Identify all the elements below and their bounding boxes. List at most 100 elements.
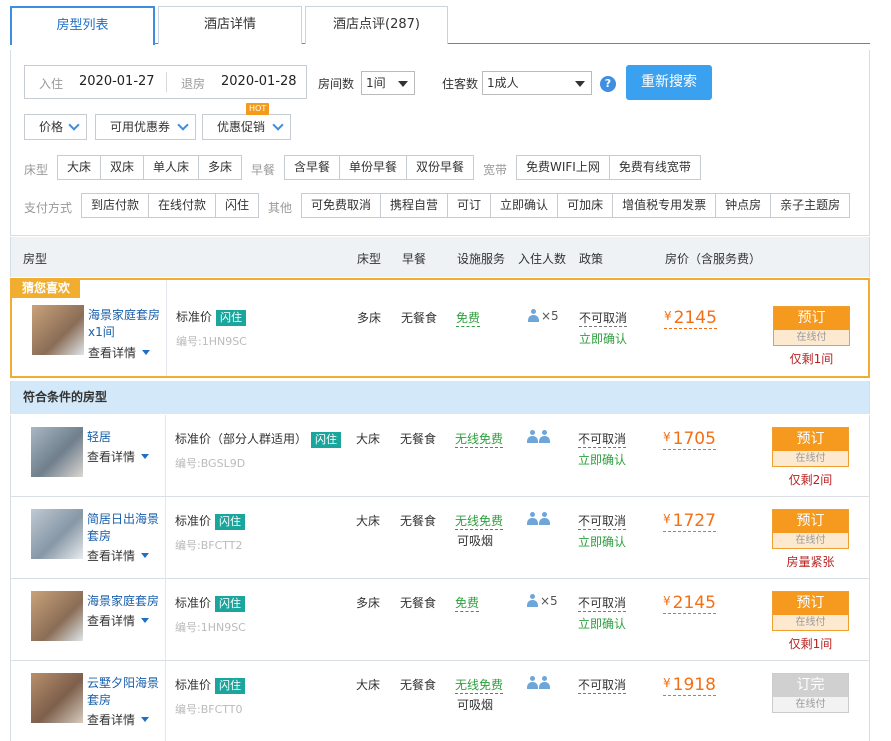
checkin-date[interactable]: 2020-01-27: [79, 74, 155, 89]
room-name-link[interactable]: 海景家庭套房: [87, 593, 159, 610]
confirm-policy: 立即确认: [578, 453, 627, 467]
bed-option[interactable]: 大床: [58, 156, 102, 179]
other-option[interactable]: 钟点房: [716, 194, 772, 217]
room-price[interactable]: ¥1727: [663, 509, 716, 532]
rooms-select[interactable]: 1间: [361, 71, 415, 95]
book-button[interactable]: 预订 在线付: [772, 591, 849, 631]
col-room-type: 房型: [23, 252, 48, 266]
coupon-dropdown-label: 可用优惠券: [110, 120, 171, 134]
flash-stay-badge: 闪住: [311, 432, 342, 448]
broadband-option[interactable]: 免费有线宽带: [610, 156, 700, 179]
filter-panel: 入住 2020-01-27 退房 2020-01-28 房间数 1间 住客数 1…: [10, 50, 870, 236]
breakfast-option[interactable]: 双份早餐: [407, 156, 473, 179]
price-value: 2145: [673, 308, 717, 328]
other-option[interactable]: 携程自营: [381, 194, 449, 217]
other-option[interactable]: 可加床: [558, 194, 614, 217]
room-thumbnail[interactable]: [31, 591, 83, 641]
cancel-policy[interactable]: 不可取消: [578, 430, 627, 448]
guests-select[interactable]: 1成人: [482, 71, 592, 95]
book-button[interactable]: 预订 在线付: [773, 306, 850, 346]
pay-filter-group: 到店付款 在线付款 闪住: [81, 193, 260, 218]
view-detail-link[interactable]: 查看详情: [87, 612, 149, 629]
coupon-dropdown[interactable]: 可用优惠券: [95, 114, 196, 140]
room-thumbnail[interactable]: [31, 673, 83, 723]
view-detail-link[interactable]: 查看详情: [88, 344, 150, 361]
price-dropdown[interactable]: 价格: [24, 114, 87, 140]
book-button[interactable]: 预订 在线付: [772, 509, 849, 549]
cancel-policy[interactable]: 不可取消: [578, 676, 627, 694]
view-detail-link[interactable]: 查看详情: [87, 448, 149, 465]
bed-option[interactable]: 单人床: [144, 156, 200, 179]
help-icon[interactable]: ?: [600, 76, 616, 92]
divider: [165, 661, 166, 741]
cancel-policy[interactable]: 不可取消: [578, 594, 627, 612]
facility-info[interactable]: 无线免费: [455, 430, 504, 448]
price-value: 1727: [672, 511, 716, 531]
room-price[interactable]: ¥2145: [663, 591, 716, 614]
room-name-link[interactable]: 简居日出海景套房: [87, 511, 163, 545]
confirm-policy: 立即确认: [578, 617, 627, 631]
cancel-policy[interactable]: 不可取消: [578, 512, 627, 530]
tab-room-list[interactable]: 房型列表: [10, 6, 155, 45]
other-option[interactable]: 立即确认: [491, 194, 559, 217]
tab-hotel-reviews[interactable]: 酒店点评(287): [305, 6, 448, 44]
room-name-link[interactable]: 云墅夕阳海景套房: [87, 675, 163, 709]
rate-label: 标准价（部分人群适用） 闪住: [175, 430, 342, 448]
divider: [165, 415, 166, 496]
book-button-label: 预订: [773, 428, 848, 451]
guests-count: ×5: [540, 594, 558, 608]
room-thumbnail[interactable]: [32, 305, 84, 355]
room-price[interactable]: ¥2145: [664, 306, 717, 329]
room-thumbnail[interactable]: [31, 427, 83, 477]
view-detail-link[interactable]: 查看详情: [87, 547, 149, 564]
other-option[interactable]: 亲子主题房: [771, 194, 849, 217]
room-price[interactable]: ¥1918: [663, 673, 716, 696]
other-option[interactable]: 增值税专用发票: [613, 194, 717, 217]
chevron-down-icon: [177, 119, 189, 131]
rate-code: 编号:BFCTT2: [175, 539, 243, 552]
smoking-info: 可吸烟: [457, 698, 494, 712]
price-value: 1918: [672, 675, 716, 695]
book-button[interactable]: 预订 在线付: [772, 427, 849, 467]
price-value: 2145: [672, 593, 716, 613]
online-pay-label: 在线付: [773, 451, 848, 466]
bed-filter-label: 床型: [24, 163, 49, 177]
date-range[interactable]: 入住 2020-01-27 退房 2020-01-28: [24, 65, 307, 99]
pay-option[interactable]: 闪住: [216, 194, 258, 217]
broadband-option[interactable]: 免费WIFI上网: [517, 156, 610, 179]
other-filter-group: 可免费取消 携程自营 可订 立即确认 可加床 增值税专用发票 钟点房 亲子主题房: [301, 193, 851, 218]
pay-option[interactable]: 到店付款: [82, 194, 150, 217]
search-button[interactable]: 重新搜索: [626, 65, 712, 100]
facility-info[interactable]: 免费: [456, 309, 481, 327]
view-detail-link[interactable]: 查看详情: [87, 711, 149, 728]
facility-info[interactable]: 免费: [455, 594, 480, 612]
tab-bar: 房型列表 酒店详情 酒店点评(287): [10, 6, 870, 45]
tab-hotel-detail[interactable]: 酒店详情: [158, 6, 302, 44]
promo-dropdown-label: 优惠促销: [217, 120, 266, 134]
cancel-policy[interactable]: 不可取消: [579, 309, 628, 327]
online-pay-label: 在线付: [773, 533, 848, 548]
breakfast-option[interactable]: 含早餐: [285, 156, 341, 179]
table-row: 云墅夕阳海景套房 查看详情 标准价 闪住 编号:BFCTT0 大床 无餐食 无线免…: [10, 661, 870, 741]
room-thumbnail[interactable]: [31, 509, 83, 559]
checkout-date[interactable]: 2020-01-28: [221, 74, 297, 89]
bed-option[interactable]: 双床: [101, 156, 145, 179]
guests-label: 住客数: [442, 77, 479, 91]
room-price[interactable]: ¥1705: [663, 427, 716, 450]
promo-dropdown[interactable]: 优惠促销: [202, 114, 291, 140]
col-breakfast: 早餐: [402, 252, 427, 266]
online-pay-label: 在线付: [773, 615, 848, 630]
facility-info[interactable]: 无线免费: [455, 512, 504, 530]
bed-option[interactable]: 多床: [199, 156, 241, 179]
bed-type: 多床: [356, 596, 381, 610]
pay-option[interactable]: 在线付款: [149, 194, 217, 217]
other-option[interactable]: 可订: [448, 194, 492, 217]
facility-info[interactable]: 无线免费: [455, 676, 504, 694]
flash-stay-badge: 闪住: [215, 596, 246, 612]
room-name-link[interactable]: 海景家庭套房x1间: [88, 307, 164, 341]
room-name-link[interactable]: 轻居: [87, 429, 111, 446]
flash-stay-badge: 闪住: [215, 678, 246, 694]
breakfast-option[interactable]: 单份早餐: [340, 156, 408, 179]
other-option[interactable]: 可免费取消: [302, 194, 382, 217]
bed-type: 大床: [356, 678, 381, 692]
